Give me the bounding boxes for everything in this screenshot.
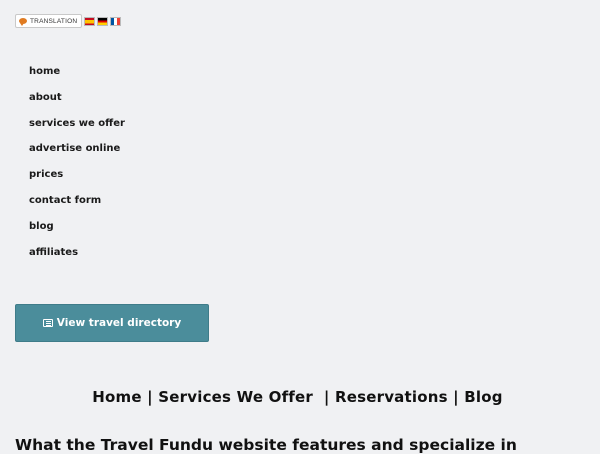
link-separator: | (147, 388, 153, 406)
directory-button-label: View travel directory (56, 317, 182, 329)
footer-link-blog[interactable]: Blog (464, 388, 502, 406)
view-travel-directory-button[interactable]: View travel directory (15, 304, 209, 342)
french-flag-icon[interactable] (110, 16, 122, 26)
nav-item-about[interactable]: about (29, 90, 125, 116)
main-navigation: home about services we offer advertise o… (29, 64, 125, 270)
nav-item-contact[interactable]: contact form (29, 193, 125, 219)
link-separator: | (323, 388, 330, 406)
german-flag-icon[interactable] (97, 16, 109, 26)
translation-button[interactable]: TRANSLATION (15, 14, 83, 28)
link-separator: | (453, 388, 459, 406)
section-heading: What the Travel Fundu website features a… (15, 436, 517, 454)
translation-label: TRANSLATION (30, 17, 78, 25)
footer-link-home[interactable]: Home (92, 388, 141, 406)
nav-item-blog[interactable]: blog (29, 219, 125, 245)
footer-link-reservations[interactable]: Reservations (335, 388, 448, 406)
speech-bubble-icon (19, 18, 27, 26)
nav-item-services[interactable]: services we offer (29, 116, 125, 142)
nav-item-home[interactable]: home (29, 64, 125, 90)
nav-item-advertise[interactable]: advertise online (29, 141, 125, 167)
footer-links: Home | Services We Offer | Reservations … (0, 388, 595, 406)
translation-widget[interactable]: TRANSLATION (15, 14, 122, 28)
nav-item-affiliates[interactable]: affiliates (29, 245, 125, 271)
spanish-flag-icon[interactable] (84, 16, 96, 26)
footer-link-services[interactable]: Services We Offer (158, 388, 313, 406)
nav-item-prices[interactable]: prices (29, 167, 125, 193)
list-icon (42, 319, 53, 327)
